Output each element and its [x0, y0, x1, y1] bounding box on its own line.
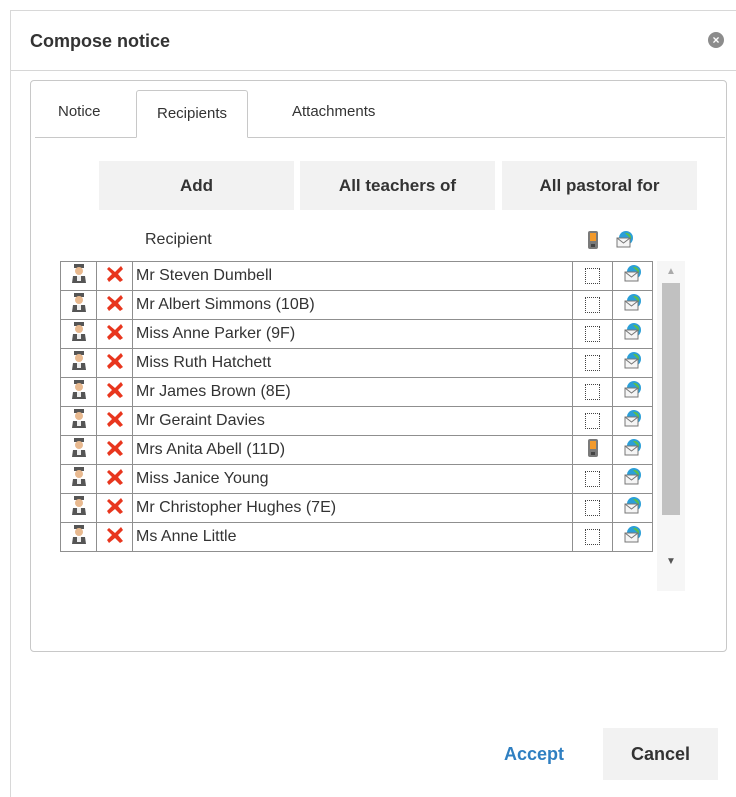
- add-button[interactable]: Add: [99, 161, 294, 210]
- compose-notice-dialog: Compose notice × Notice Recipients Attac…: [10, 10, 736, 797]
- table-row: Mrs Anita Abell (11D): [60, 435, 653, 465]
- recipient-grid: Mr Steven Dumbell Mr Albert Simmons (10B)…: [60, 261, 658, 591]
- all-pastoral-for-button[interactable]: All pastoral for: [502, 161, 697, 210]
- accept-button[interactable]: Accept: [474, 728, 594, 780]
- person-icon[interactable]: [60, 522, 97, 552]
- all-teachers-of-button[interactable]: All teachers of: [300, 161, 495, 210]
- cancel-button[interactable]: Cancel: [603, 728, 718, 780]
- mobile-phone-icon: [586, 230, 600, 255]
- email-icon[interactable]: [612, 290, 653, 320]
- person-icon[interactable]: [60, 319, 97, 349]
- delete-recipient-icon[interactable]: [96, 348, 133, 378]
- scroll-up-arrow-icon[interactable]: ▲: [657, 261, 685, 283]
- delete-recipient-icon[interactable]: [96, 406, 133, 436]
- person-icon[interactable]: [60, 493, 97, 523]
- sms-checkbox[interactable]: [572, 377, 613, 407]
- sms-checkbox[interactable]: [572, 493, 613, 523]
- table-row: Miss Anne Parker (9F): [60, 319, 653, 349]
- table-row: Mr Christopher Hughes (7E): [60, 493, 653, 523]
- sms-checkbox[interactable]: [572, 319, 613, 349]
- table-row: Miss Ruth Hatchett: [60, 348, 653, 378]
- tab-bar: Notice Recipients Attachments: [35, 90, 725, 138]
- table-row: Mr Geraint Davies: [60, 406, 653, 436]
- tab-attachments[interactable]: Attachments: [292, 103, 375, 120]
- email-icon[interactable]: [612, 493, 653, 523]
- grid-scrollbar[interactable]: ▲ ▼: [657, 261, 685, 591]
- email-icon: [615, 230, 635, 255]
- recipient-name: Mr Geraint Davies: [132, 406, 573, 436]
- person-icon[interactable]: [60, 261, 97, 291]
- delete-recipient-icon[interactable]: [96, 377, 133, 407]
- table-row: Mr Steven Dumbell: [60, 261, 653, 291]
- delete-recipient-icon[interactable]: [96, 261, 133, 291]
- person-icon[interactable]: [60, 435, 97, 465]
- sms-checkbox[interactable]: [572, 290, 613, 320]
- tab-recipients[interactable]: Recipients: [136, 90, 249, 138]
- person-icon[interactable]: [60, 464, 97, 494]
- person-icon[interactable]: [60, 377, 97, 407]
- table-row: Mr Albert Simmons (10B): [60, 290, 653, 320]
- table-row: Ms Anne Little: [60, 522, 653, 552]
- recipient-column-header: Recipient: [145, 231, 212, 248]
- person-icon[interactable]: [60, 348, 97, 378]
- sms-checkbox[interactable]: [572, 406, 613, 436]
- email-icon[interactable]: [612, 348, 653, 378]
- email-icon[interactable]: [612, 435, 653, 465]
- email-icon[interactable]: [612, 464, 653, 494]
- delete-recipient-icon[interactable]: [96, 290, 133, 320]
- recipient-name: Mrs Anita Abell (11D): [132, 435, 573, 465]
- recipient-name: Miss Janice Young: [132, 464, 573, 494]
- dialog-titlebar: Compose notice ×: [11, 11, 736, 71]
- scroll-down-arrow-icon[interactable]: ▼: [657, 551, 685, 573]
- sms-checkbox[interactable]: [572, 464, 613, 494]
- email-icon[interactable]: [612, 406, 653, 436]
- delete-recipient-icon[interactable]: [96, 435, 133, 465]
- delete-recipient-icon[interactable]: [96, 493, 133, 523]
- recipient-name: Ms Anne Little: [132, 522, 573, 552]
- recipient-name: Miss Anne Parker (9F): [132, 319, 573, 349]
- dialog-panel: Notice Recipients Attachments Add All te…: [30, 80, 727, 652]
- email-icon[interactable]: [612, 377, 653, 407]
- delete-recipient-icon[interactable]: [96, 319, 133, 349]
- delete-recipient-icon[interactable]: [96, 464, 133, 494]
- recipient-table: Mr Steven Dumbell Mr Albert Simmons (10B)…: [60, 261, 653, 552]
- email-icon[interactable]: [612, 522, 653, 552]
- email-icon[interactable]: [612, 261, 653, 291]
- person-icon[interactable]: [60, 290, 97, 320]
- sms-checkbox[interactable]: [572, 261, 613, 291]
- sms-checkbox[interactable]: [572, 522, 613, 552]
- delete-recipient-icon[interactable]: [96, 522, 133, 552]
- email-icon[interactable]: [612, 319, 653, 349]
- dialog-title: Compose notice: [30, 31, 171, 51]
- person-icon[interactable]: [60, 406, 97, 436]
- tab-notice[interactable]: Notice: [58, 103, 101, 120]
- sms-checkbox[interactable]: [572, 348, 613, 378]
- recipient-name: Mr Christopher Hughes (7E): [132, 493, 573, 523]
- recipient-name: Mr Steven Dumbell: [132, 261, 573, 291]
- scroll-thumb[interactable]: [662, 283, 680, 515]
- recipient-name: Mr Albert Simmons (10B): [132, 290, 573, 320]
- close-icon[interactable]: ×: [708, 32, 724, 48]
- recipient-name: Miss Ruth Hatchett: [132, 348, 573, 378]
- table-row: Mr James Brown (8E): [60, 377, 653, 407]
- table-row: Miss Janice Young: [60, 464, 653, 494]
- recipient-name: Mr James Brown (8E): [132, 377, 573, 407]
- mobile-phone-icon[interactable]: [572, 435, 613, 465]
